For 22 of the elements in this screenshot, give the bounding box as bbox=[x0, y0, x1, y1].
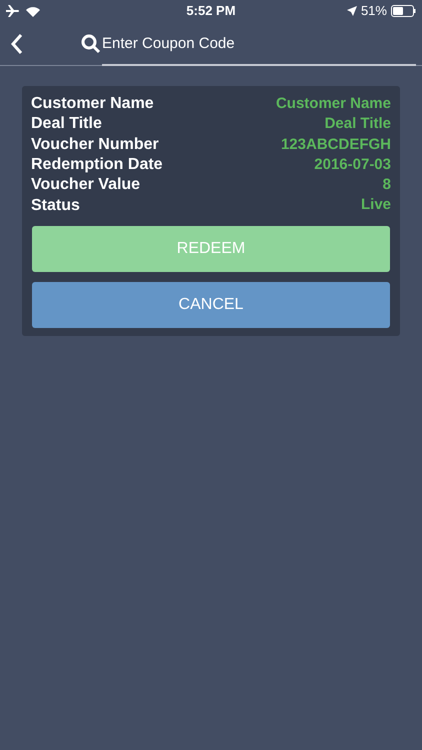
detail-value: 2016-07-03 bbox=[314, 154, 391, 175]
search-icon bbox=[81, 34, 101, 54]
detail-label: Customer Name bbox=[31, 94, 154, 114]
redeem-button[interactable]: REDEEM bbox=[32, 226, 390, 272]
detail-value: 8 bbox=[382, 175, 391, 196]
battery-icon bbox=[390, 5, 416, 17]
detail-label: Voucher Number bbox=[31, 134, 159, 155]
detail-value: 123ABCDEFGH bbox=[280, 134, 391, 154]
coupon-code-field[interactable]: Enter Coupon Code bbox=[102, 24, 416, 66]
detail-value: Live bbox=[360, 195, 391, 216]
battery-percent: 51% bbox=[360, 2, 387, 20]
detail-label: Deal Title bbox=[31, 114, 102, 134]
detail-label: Status bbox=[31, 196, 80, 216]
detail-label: Voucher Value bbox=[31, 175, 140, 196]
airplane-icon bbox=[6, 5, 20, 17]
location-arrow-icon bbox=[346, 6, 357, 16]
cancel-button[interactable]: CANCEL bbox=[32, 282, 390, 328]
status-time: 5:52 PM bbox=[186, 2, 236, 20]
detail-label: Redemption Date bbox=[31, 155, 163, 176]
wifi-icon bbox=[26, 6, 40, 16]
detail-value: Customer Name bbox=[276, 94, 391, 114]
detail-value: Deal Title bbox=[324, 114, 391, 134]
